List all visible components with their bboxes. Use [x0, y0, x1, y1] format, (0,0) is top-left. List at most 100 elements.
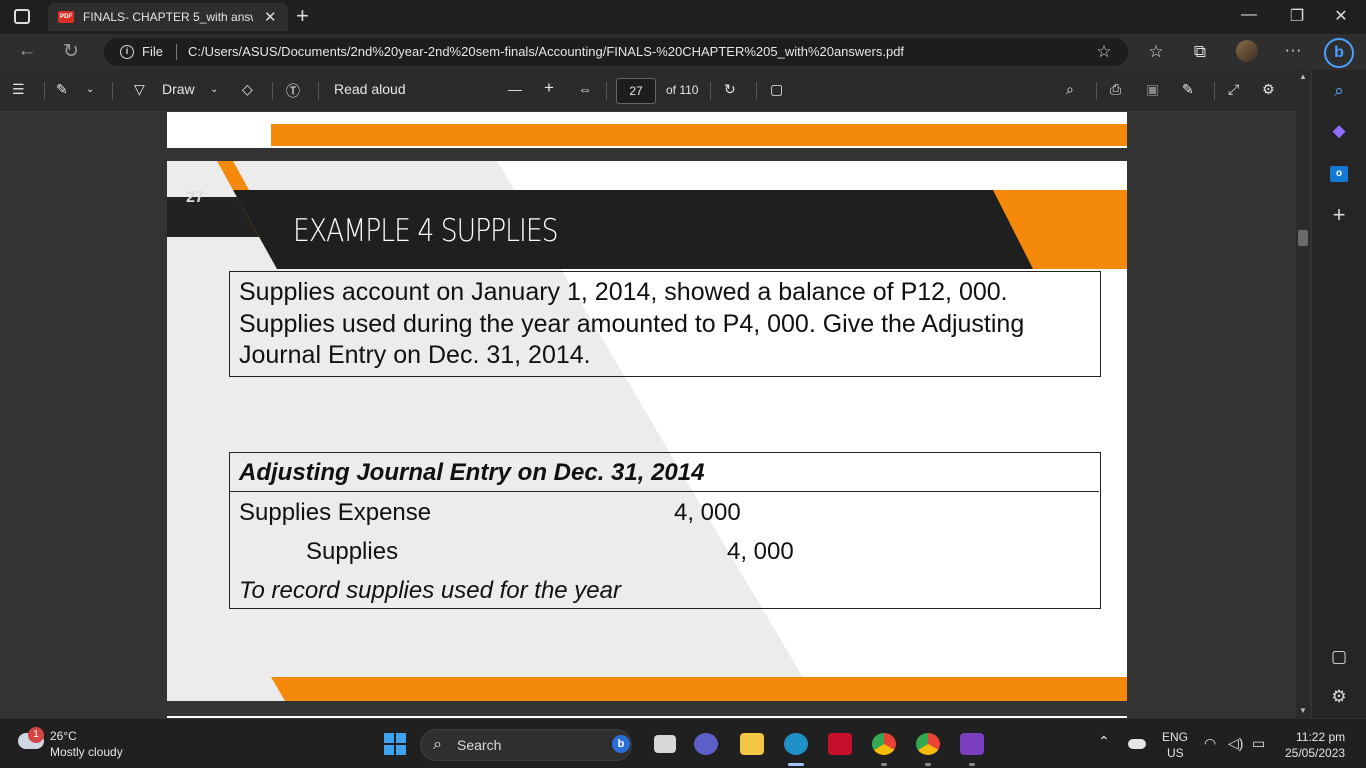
pdf-toolbar: ☰ ✎ ⌄ ▽ Draw ⌄ ◇ Ⓣ Read aloud — + ⇔ 27 o…: [0, 70, 1296, 112]
highlight-icon[interactable]: ✎: [56, 81, 68, 98]
slide-footer-band: [271, 677, 1127, 701]
collections-icon[interactable]: ⧉: [1188, 42, 1212, 62]
start-button[interactable]: [384, 733, 406, 755]
chevron-down-icon[interactable]: ⌄: [86, 84, 94, 95]
pdf-settings-icon[interactable]: ⚙: [1262, 81, 1275, 98]
orange-band: [271, 124, 1127, 146]
app-with-badge-icon[interactable]: [960, 733, 984, 755]
running-app-indicator: [925, 763, 931, 766]
search-icon[interactable]: ⌕: [1066, 81, 1074, 98]
info-icon[interactable]: i: [120, 45, 134, 59]
add-favorite-icon[interactable]: ☆: [1092, 42, 1116, 62]
edge-icon[interactable]: [784, 733, 808, 755]
pdf-viewer[interactable]: 27 EXAMPLE 4 SUPPLIES Supplies account o…: [0, 112, 1296, 718]
problem-line: Supplies used during the year amounted t…: [239, 309, 1025, 338]
restore-button[interactable]: ❐: [1282, 6, 1312, 26]
contents-icon[interactable]: ☰: [12, 81, 25, 98]
draw-icon[interactable]: ▽: [134, 81, 145, 98]
task-view-icon[interactable]: [654, 735, 676, 753]
show-hidden-icons-chevron-icon[interactable]: ⌃: [1098, 733, 1110, 750]
journal-entry-title: Adjusting Journal Entry on Dec. 31, 2014: [239, 459, 705, 486]
add-text-icon[interactable]: Ⓣ: [286, 81, 300, 101]
search-icon[interactable]: ⌕: [1326, 78, 1352, 104]
mcafee-icon[interactable]: [828, 733, 852, 755]
rotate-icon[interactable]: ↻: [724, 81, 736, 98]
favorites-icon[interactable]: ☆: [1144, 42, 1168, 62]
back-arrow-icon[interactable]: ←: [14, 40, 40, 62]
chrome-profile-icon[interactable]: [916, 733, 940, 755]
running-app-indicator: [969, 763, 975, 766]
page-view-icon[interactable]: ▢: [770, 81, 783, 98]
read-aloud-button[interactable]: Read aloud: [334, 81, 406, 97]
credit-account: Supplies: [306, 538, 399, 565]
new-tab-button[interactable]: +: [296, 3, 309, 29]
sidebar-layout-icon[interactable]: ▢: [1326, 644, 1352, 670]
teams-chat-icon[interactable]: [694, 733, 718, 755]
save-icon[interactable]: ▣: [1146, 81, 1159, 98]
address-bar[interactable]: i File C:/Users/ASUS/Documents/2nd%20yea…: [104, 38, 1128, 66]
clock-time[interactable]: 11:22 pm: [1296, 730, 1345, 744]
weather-alert-badge: 1: [28, 727, 44, 743]
scroll-up-arrow-icon[interactable]: ▲: [1296, 70, 1310, 84]
problem-statement-box: Supplies account on January 1, 2014, sho…: [229, 271, 1101, 377]
volume-icon[interactable]: ◁): [1228, 735, 1243, 752]
vertical-scrollbar[interactable]: ▲ ▼: [1296, 70, 1310, 718]
tab-actions-icon[interactable]: [14, 9, 30, 24]
eraser-icon[interactable]: ◇: [242, 81, 253, 98]
problem-line: Journal Entry on Dec. 31, 2014.: [239, 341, 591, 369]
journal-entry-table: Adjusting Journal Entry on Dec. 31, 2014…: [229, 452, 1101, 609]
profile-avatar[interactable]: [1236, 40, 1258, 62]
search-icon: ⌕: [433, 736, 442, 753]
file-scheme-label: File: [142, 44, 163, 59]
scroll-down-arrow-icon[interactable]: ▼: [1296, 704, 1310, 718]
page-number-input[interactable]: 27: [616, 78, 656, 104]
onedrive-cloud-icon[interactable]: [1128, 739, 1146, 749]
wifi-icon[interactable]: ◠: [1204, 735, 1216, 752]
toolbar-divider: [44, 82, 45, 100]
close-window-button[interactable]: ✕: [1326, 6, 1356, 26]
settings-more-button[interactable]: ···: [1281, 40, 1305, 60]
tab-title: FINALS- CHAPTER 5_with answer: [83, 10, 253, 24]
toolbar-divider: [1214, 82, 1215, 100]
credit-amount: 4, 000: [727, 538, 794, 565]
chevron-down-icon[interactable]: ⌄: [210, 84, 218, 95]
print-icon[interactable]: ⎙: [1110, 81, 1121, 98]
fullscreen-icon[interactable]: ⤢: [1228, 81, 1239, 98]
weather-description[interactable]: Mostly cloudy: [50, 745, 123, 759]
taskbar-search[interactable]: ⌕ Search: [420, 729, 632, 761]
outlook-icon[interactable]: o: [1326, 158, 1352, 184]
region-label[interactable]: US: [1167, 746, 1184, 760]
debit-amount: 4, 000: [674, 499, 741, 526]
refresh-icon[interactable]: ↻: [58, 40, 84, 63]
battery-icon[interactable]: ▭: [1252, 735, 1265, 752]
url-text[interactable]: C:/Users/ASUS/Documents/2nd%20year-2nd%2…: [188, 44, 904, 59]
page-number-label: 27: [186, 189, 204, 206]
clock-date[interactable]: 25/05/2023: [1285, 746, 1345, 760]
chrome-icon[interactable]: [872, 733, 896, 755]
shopping-icon[interactable]: ◆: [1326, 118, 1352, 144]
bing-copilot-icon[interactable]: b: [1324, 38, 1354, 68]
weather-temperature[interactable]: 26°C: [50, 729, 77, 743]
pdf-file-icon: PDF: [58, 11, 74, 23]
page-total-label: of 110: [666, 83, 699, 97]
tab-active-pdf[interactable]: PDF FINALS- CHAPTER 5_with answer ✕: [48, 3, 288, 31]
save-as-icon[interactable]: ✎: [1182, 81, 1194, 98]
toolbar-divider: [318, 82, 319, 100]
zoom-out-button[interactable]: —: [508, 81, 522, 97]
fit-width-icon[interactable]: ⇔: [578, 81, 592, 97]
scroll-thumb[interactable]: [1298, 230, 1308, 246]
bing-icon[interactable]: b: [612, 735, 630, 753]
sidebar-settings-icon[interactable]: ⚙: [1326, 684, 1352, 710]
edge-sidebar: ⌕ ◆ o + ▢ ⚙: [1312, 70, 1366, 718]
previous-page-bottom: [167, 112, 1127, 148]
entry-explanation: To record supplies used for the year: [239, 577, 621, 604]
language-label[interactable]: ENG: [1162, 730, 1188, 744]
title-bar: PDF FINALS- CHAPTER 5_with answer ✕ + — …: [0, 0, 1366, 34]
draw-button[interactable]: Draw: [162, 81, 195, 97]
add-sidebar-app-icon[interactable]: +: [1326, 202, 1352, 228]
active-app-indicator: [788, 763, 804, 766]
file-explorer-icon[interactable]: [740, 733, 764, 755]
tab-close-icon[interactable]: ✕: [264, 8, 277, 26]
zoom-in-button[interactable]: +: [544, 78, 554, 98]
minimize-button[interactable]: —: [1234, 6, 1264, 24]
